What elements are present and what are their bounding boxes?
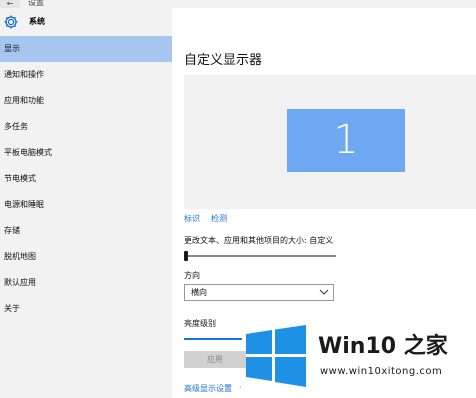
sidebar-item-display[interactable]: 显示 xyxy=(0,36,172,62)
monitor-tile[interactable]: 1 xyxy=(287,109,405,172)
sidebar-item-about[interactable]: 关于 xyxy=(0,296,172,322)
sidebar-item-storage[interactable]: 存储 xyxy=(0,218,172,244)
detect-link[interactable]: 检测 xyxy=(211,213,227,224)
sidebar-item-apps[interactable]: 应用和功能 xyxy=(0,88,172,114)
sidebar-item-offline-maps[interactable]: 脱机地图 xyxy=(0,244,172,270)
scale-track[interactable] xyxy=(184,255,336,257)
sidebar: 系统 显示 通知和操作 应用和功能 多任务 平板电脑模式 节电模式 电源和睡眠 … xyxy=(0,8,172,398)
watermark-url: www.win10xitong.com xyxy=(320,366,443,377)
windows-logo-icon xyxy=(246,325,306,387)
orientation-dropdown[interactable]: 横向 xyxy=(184,284,334,301)
sidebar-item-multitasking[interactable]: 多任务 xyxy=(0,114,172,140)
sidebar-item-tablet-mode[interactable]: 平板电脑模式 xyxy=(0,140,172,166)
watermark-brand: Win10 之家 xyxy=(318,334,448,359)
orientation-value: 横向 xyxy=(191,288,207,297)
window-title: 设置 xyxy=(28,0,44,7)
sidebar-title: 系统 xyxy=(29,17,45,26)
back-button[interactable]: ← xyxy=(0,0,20,8)
watermark: Win10 之家 www.win10xitong.com xyxy=(240,322,476,398)
scale-thumb[interactable] xyxy=(184,251,188,261)
gear-icon xyxy=(4,15,18,29)
sidebar-item-battery-saver[interactable]: 节电模式 xyxy=(0,166,172,192)
page-title: 自定义显示器 xyxy=(184,53,263,68)
sidebar-item-power-sleep[interactable]: 电源和睡眠 xyxy=(0,192,172,218)
chevron-down-icon xyxy=(319,289,329,295)
display-preview: 1 xyxy=(184,75,476,209)
brightness-label: 亮度级别 xyxy=(184,319,216,328)
title-bar: ← 设置 xyxy=(0,0,476,8)
identify-link[interactable]: 标识 xyxy=(184,213,200,224)
scale-slider[interactable] xyxy=(184,251,336,261)
brightness-slider[interactable] xyxy=(184,338,242,340)
sidebar-item-notifications[interactable]: 通知和操作 xyxy=(0,62,172,88)
sidebar-header: 系统 xyxy=(0,14,172,34)
monitor-number: 1 xyxy=(333,117,359,163)
advanced-display-settings-link[interactable]: 高级显示设置 xyxy=(184,383,232,394)
sidebar-item-default-apps[interactable]: 默认应用 xyxy=(0,270,172,296)
sidebar-list: 显示 通知和操作 应用和功能 多任务 平板电脑模式 节电模式 电源和睡眠 存储 … xyxy=(0,36,172,322)
orientation-label: 方向 xyxy=(184,271,200,280)
scale-label: 更改文本、应用和其他项目的大小: 自定义 xyxy=(184,236,334,245)
apply-button[interactable]: 应用 xyxy=(184,351,246,368)
